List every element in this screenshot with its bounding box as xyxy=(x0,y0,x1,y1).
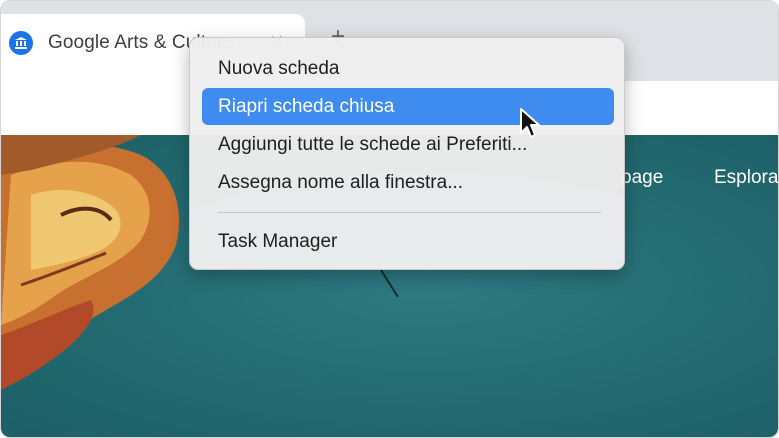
menu-item-new-tab[interactable]: Nuova scheda xyxy=(202,50,614,87)
menu-divider xyxy=(218,212,601,213)
pointer-cursor-icon xyxy=(520,108,540,138)
museum-icon xyxy=(9,31,33,55)
menu-item-reopen-closed-tab[interactable]: Riapri scheda chiusa xyxy=(202,88,614,125)
browser-window: Google Arts & Culture ✕ + page Esplora N… xyxy=(0,0,779,438)
artwork-image xyxy=(1,135,180,390)
nav-item-homepage[interactable]: page xyxy=(621,167,663,189)
menu-item-task-manager[interactable]: Task Manager xyxy=(202,223,614,260)
nav-item-esplora[interactable]: Esplora xyxy=(714,167,778,189)
context-menu: Nuova scheda Riapri scheda chiusa Aggiun… xyxy=(189,37,625,270)
artwork-line xyxy=(380,269,399,298)
menu-item-name-window[interactable]: Assegna nome alla finestra... xyxy=(202,164,614,201)
menu-item-bookmark-all-tabs[interactable]: Aggiungi tutte le schede ai Preferiti... xyxy=(202,126,614,163)
